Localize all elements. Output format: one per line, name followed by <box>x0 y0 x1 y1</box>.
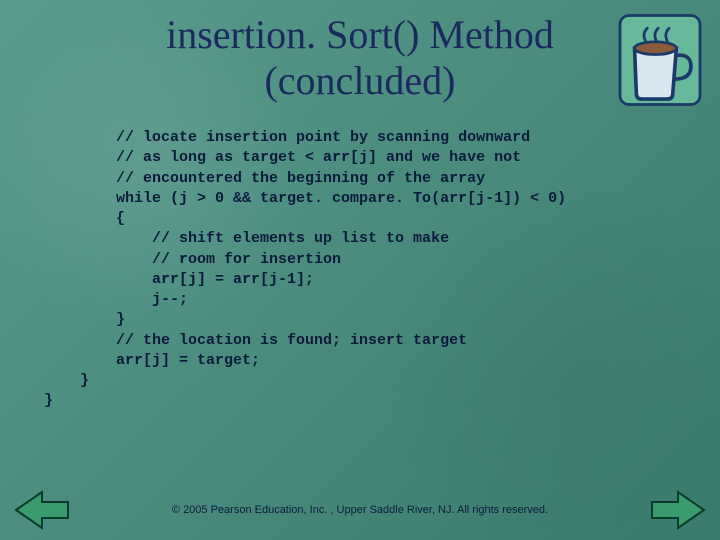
nav-prev-button[interactable] <box>12 488 72 532</box>
title-line-2: (concluded) <box>264 58 455 103</box>
nav-next-button[interactable] <box>648 488 708 532</box>
coffee-cup-icon <box>614 10 706 110</box>
copyright-footer: © 2005 Pearson Education, Inc. , Upper S… <box>0 504 720 516</box>
slide-title: insertion. Sort() Method (concluded) <box>0 0 720 104</box>
title-line-1: insertion. Sort() Method <box>166 12 554 57</box>
code-listing: // locate insertion point by scanning do… <box>44 128 660 412</box>
